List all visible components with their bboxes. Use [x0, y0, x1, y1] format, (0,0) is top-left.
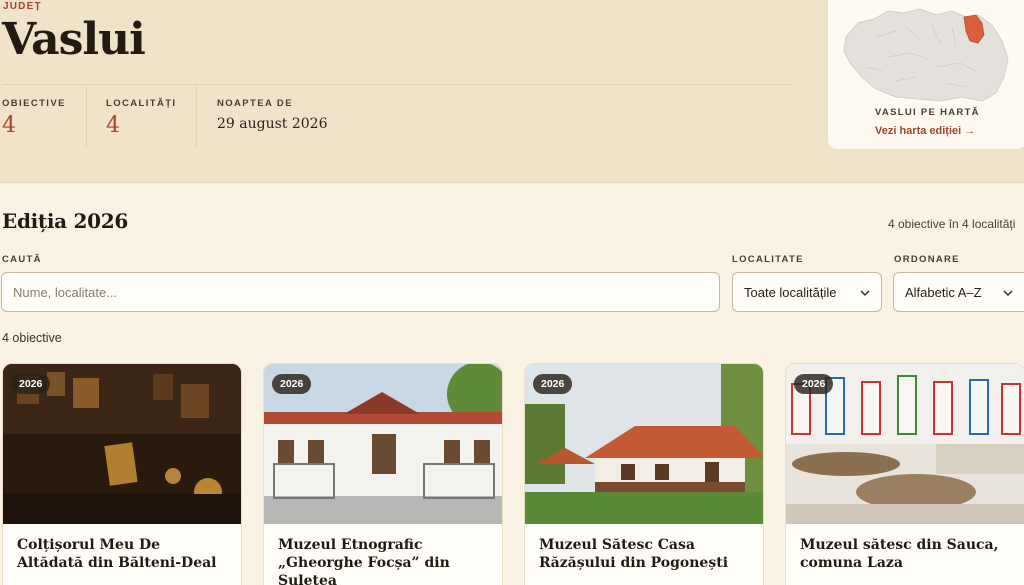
county-hero: JUDEȚ Vaslui OBIECTIVE 4 LOCALITĂȚI 4 NO…: [0, 0, 1024, 183]
stat-localities: LOCALITĂȚI 4: [106, 98, 176, 138]
stat-separator: [196, 86, 197, 148]
search-input[interactable]: [1, 272, 720, 312]
sort-select-value: Alfabetic A–Z: [905, 285, 982, 300]
stat-localities-value: 4: [106, 113, 120, 138]
chevron-down-icon: [860, 290, 870, 297]
objective-card[interactable]: 2026 Muzeul Sătesc Casa Răzășului din Po…: [524, 363, 764, 585]
year-badge: 2026: [794, 374, 834, 394]
map-caption: VASLUI PE HARTĂ: [875, 107, 980, 118]
objective-title: Colțișorul Meu De Altădată din Bălteni-D…: [17, 537, 217, 571]
stat-objectives: OBIECTIVE 4: [2, 98, 66, 138]
stat-localities-label: LOCALITĂȚI: [106, 98, 177, 109]
search-label: CAUTĂ: [2, 254, 42, 265]
stat-separator: [86, 86, 87, 148]
edition-summary: 4 obiective în 4 localități: [888, 217, 1016, 231]
hero-divider: [2, 84, 792, 85]
objective-card[interactable]: 2026 Colțișorul Meu De Altădată din Bălt…: [2, 363, 242, 585]
chevron-down-icon: [1003, 290, 1013, 297]
year-badge: 2026: [272, 374, 312, 394]
objective-title: Muzeul sătesc din Sauca, comuna Laza: [800, 537, 999, 571]
objective-card[interactable]: 2026 Muzeul sătesc din Sauca, comuna Laz…: [785, 363, 1024, 585]
objective-card[interactable]: 2026 Muzeul Etnografic „Gheorghe Focșa” …: [263, 363, 503, 585]
romania-map-icon[interactable]: [836, 0, 1020, 105]
locality-select[interactable]: Toate localitățile: [732, 272, 882, 312]
year-badge: 2026: [533, 374, 573, 394]
sort-select[interactable]: Alfabetic A–Z: [893, 272, 1024, 312]
view-edition-map-link[interactable]: Vezi harta ediției →: [875, 125, 975, 137]
county-label: JUDEȚ: [3, 1, 42, 12]
stat-night-label: NOAPTEA DE: [217, 98, 293, 109]
stat-night-date: 29 august 2026: [217, 116, 328, 132]
edition-title: Ediția 2026: [2, 209, 128, 233]
stat-objectives-label: OBIECTIVE: [2, 98, 66, 109]
objective-title: Muzeul Sătesc Casa Răzășului din Pogoneș…: [539, 537, 729, 571]
result-count: 4 obiective: [2, 331, 62, 345]
objective-title: Muzeul Etnografic „Gheorghe Focșa” din Ș…: [278, 537, 450, 585]
stat-objectives-value: 4: [2, 113, 16, 138]
stat-night: NOAPTEA DE 29 august 2026: [217, 98, 328, 132]
county-title: Vaslui: [2, 14, 146, 65]
locality-label: LOCALITATE: [732, 254, 804, 265]
locality-select-value: Toate localitățile: [744, 285, 837, 300]
sort-label: ORDONARE: [894, 254, 960, 265]
year-badge: 2026: [11, 374, 51, 394]
map-card[interactable]: VASLUI PE HARTĂ Vezi harta ediției →: [827, 0, 1024, 150]
